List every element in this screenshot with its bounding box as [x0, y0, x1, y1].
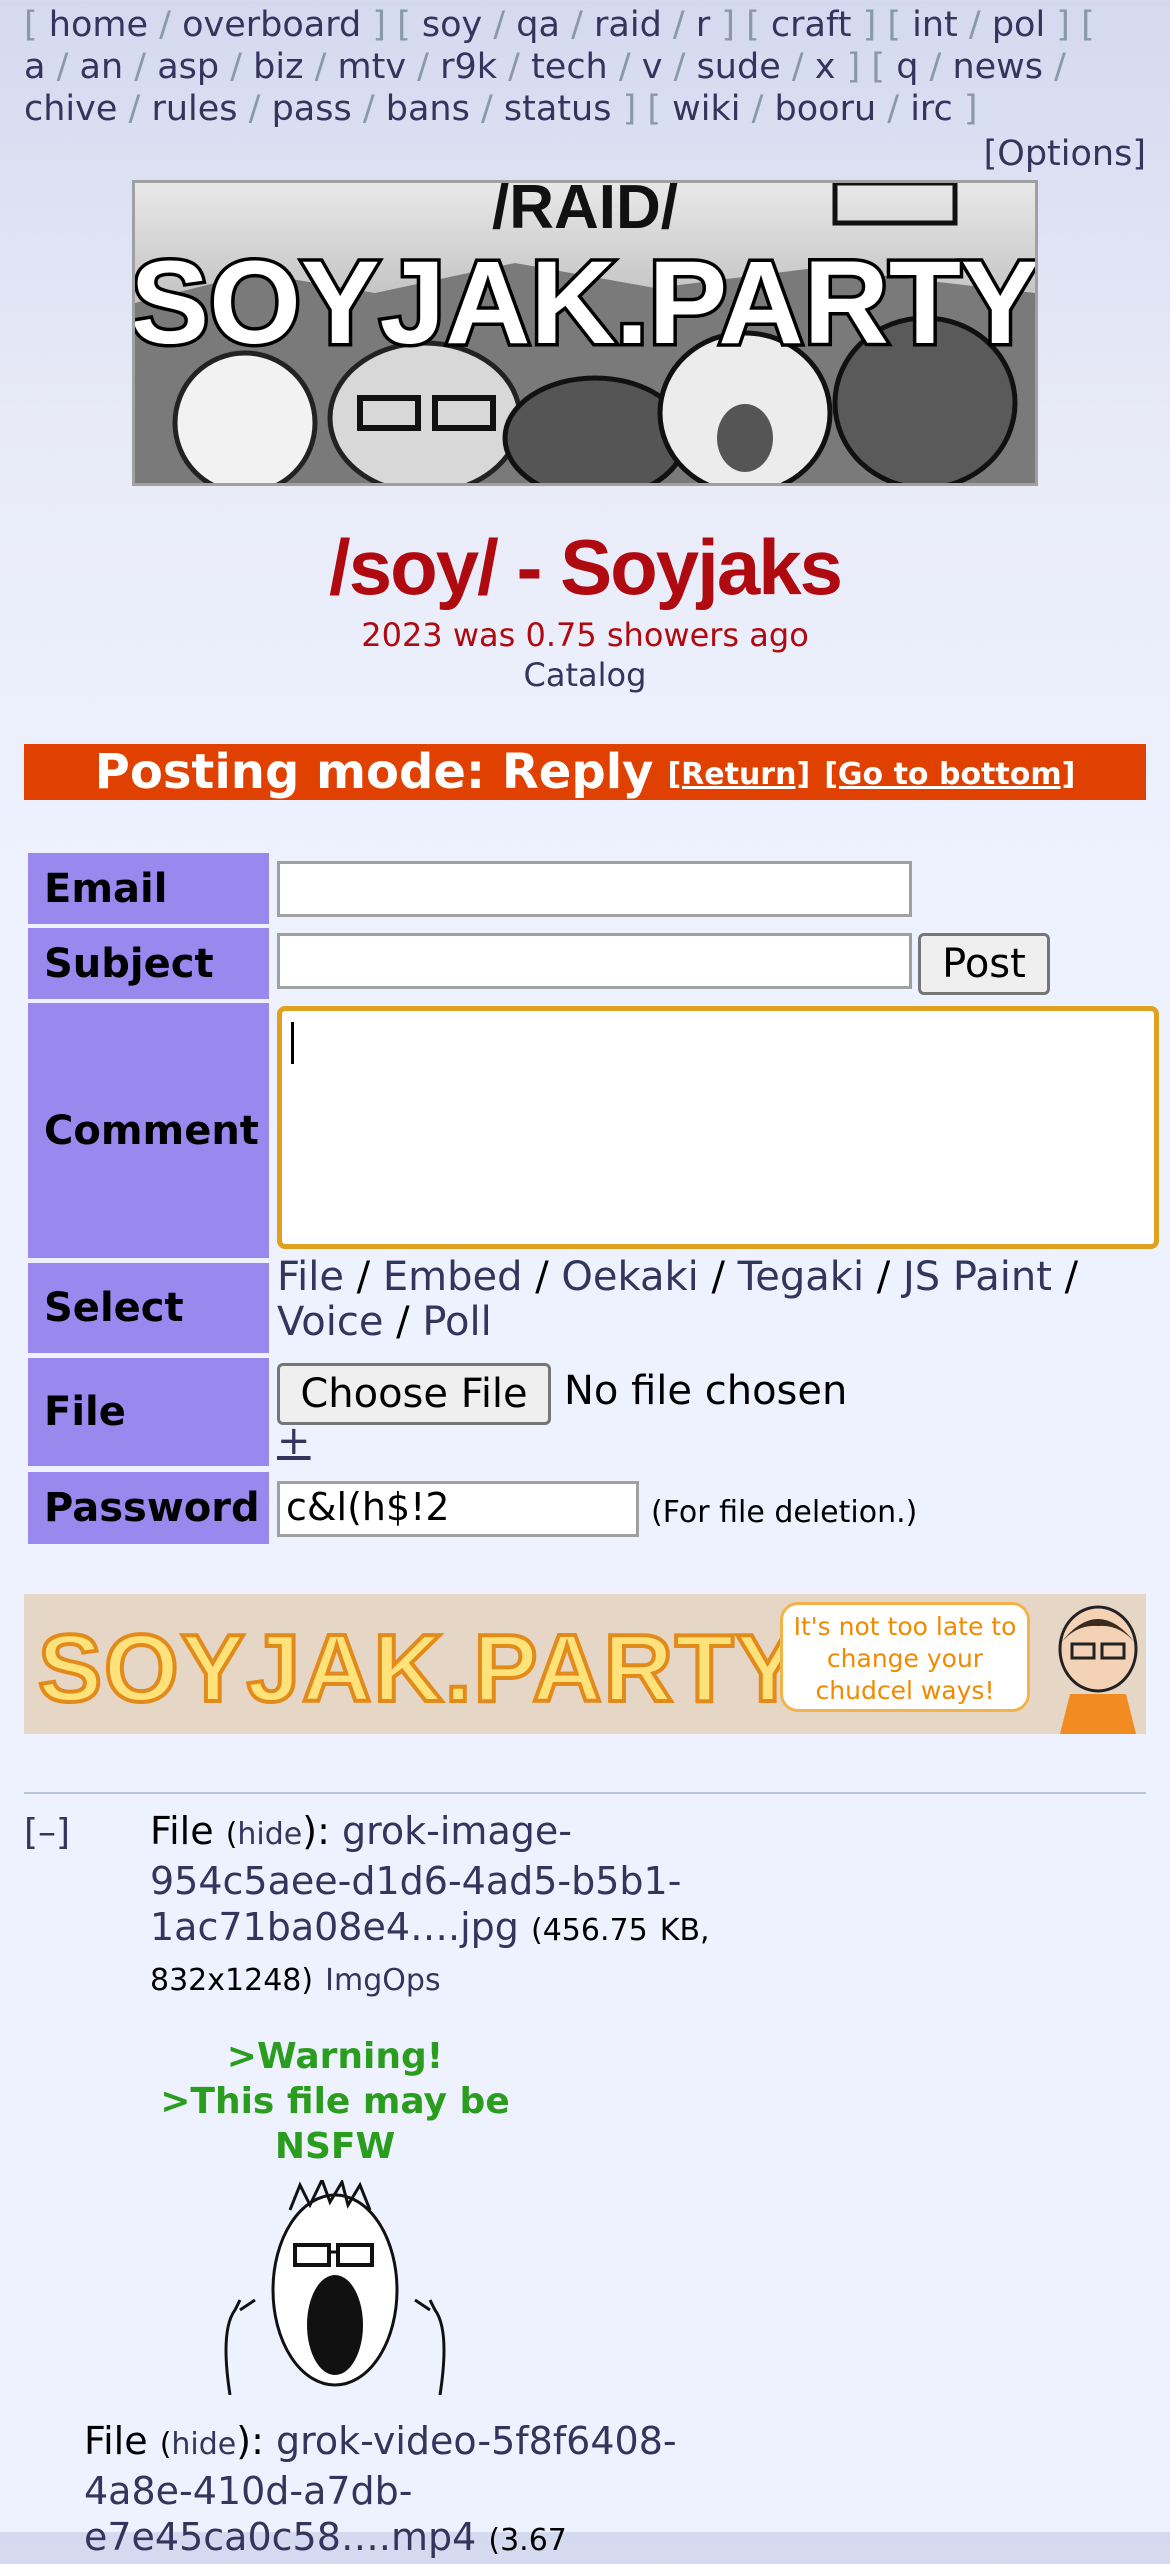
- post-button[interactable]: Post: [918, 933, 1050, 995]
- divider: [24, 1792, 1146, 1794]
- nav-link-tech[interactable]: tech: [531, 47, 608, 87]
- nav-link-irc[interactable]: irc: [910, 89, 953, 129]
- warning-line: NSFW: [274, 2126, 396, 2167]
- comment-textarea[interactable]: [277, 1006, 1159, 1249]
- collapse-post-button[interactable]: [–]: [24, 1812, 70, 1853]
- choose-file-button[interactable]: Choose File: [277, 1363, 551, 1425]
- nav-link-an[interactable]: an: [80, 47, 124, 87]
- select-file-link[interactable]: File: [277, 1254, 344, 1300]
- select-tegaki-link[interactable]: Tegaki: [738, 1254, 864, 1300]
- catalog-row: Catalog: [0, 656, 1170, 694]
- board-subtitle: 2023 was 0.75 showers ago: [361, 616, 809, 654]
- file-meta-size: (456.75: [531, 1913, 648, 1948]
- ad-banner[interactable]: SOYJAK.PARTY/A It's not too late to chan…: [24, 1594, 1146, 1734]
- nav-link-pol[interactable]: pol: [992, 5, 1045, 45]
- nav-link-sude[interactable]: sude: [697, 47, 781, 87]
- nav-link-biz[interactable]: biz: [253, 47, 303, 87]
- file-prefix: File: [84, 2419, 148, 2463]
- warning-line: >Warning!: [226, 2036, 444, 2077]
- file-meta-size: (3.67: [488, 2523, 567, 2558]
- nav-link-qa[interactable]: qa: [516, 5, 560, 45]
- nav-link-r[interactable]: r: [696, 5, 710, 45]
- select-voice-link[interactable]: Voice: [277, 1299, 383, 1345]
- hide-file-link[interactable]: hide: [237, 1817, 302, 1852]
- nav-link-status[interactable]: status: [504, 89, 612, 129]
- select-poll-link[interactable]: Poll: [422, 1299, 491, 1345]
- select-jspaint-link[interactable]: JS Paint: [903, 1254, 1052, 1300]
- add-file-link[interactable]: +: [277, 1418, 311, 1464]
- imgops-link[interactable]: ImgOps: [325, 1963, 440, 1998]
- nav-link-int[interactable]: int: [912, 5, 958, 45]
- nav-link-x[interactable]: x: [815, 47, 836, 87]
- nav-link-mtv[interactable]: mtv: [338, 47, 407, 87]
- nav-link-pass[interactable]: pass: [272, 89, 352, 129]
- banner-top-text: /RAID/: [492, 183, 678, 242]
- email-label: Email: [28, 853, 269, 924]
- options-link[interactable]: [Options]: [984, 134, 1146, 174]
- nav-link-craft[interactable]: craft: [771, 5, 852, 45]
- ad-character-image: [1058, 1605, 1138, 1734]
- catalog-link[interactable]: Catalog: [524, 656, 647, 694]
- nav-link-news[interactable]: news: [952, 47, 1043, 87]
- warning-line: >This file may be: [160, 2081, 510, 2122]
- post-thumbnail[interactable]: [210, 2180, 460, 2395]
- return-link[interactable]: [Return]: [667, 757, 810, 792]
- password-field[interactable]: c&l(h$!2: [277, 1481, 639, 1537]
- password-label: Password: [28, 1472, 269, 1544]
- ad-speech-bubble: It's not too late to change your chudcel…: [780, 1602, 1030, 1712]
- email-field[interactable]: [277, 861, 912, 917]
- subject-label: Subject: [28, 928, 269, 999]
- no-file-chosen: No file chosen: [564, 1368, 848, 1414]
- nav-link-soy[interactable]: soy: [422, 5, 482, 45]
- go-to-bottom-link[interactable]: [Go to bottom]: [824, 757, 1075, 792]
- file-prefix: File: [150, 1809, 214, 1853]
- board-title: /soy/ - Soyjaks: [329, 523, 843, 611]
- nav-link-overboard[interactable]: overboard: [182, 5, 361, 45]
- nav-link-chive[interactable]: chive: [24, 89, 117, 129]
- nav-link-wiki[interactable]: wiki: [672, 89, 740, 129]
- nav-link-r9k[interactable]: r9k: [440, 47, 497, 87]
- select-links: File / Embed / Oekaki / Tegaki / JS Pain…: [277, 1254, 1079, 1345]
- nav-link-home[interactable]: home: [49, 5, 148, 45]
- nav-link-a[interactable]: a: [24, 47, 45, 87]
- nav-link-rules[interactable]: rules: [151, 89, 237, 129]
- nav-link-v[interactable]: v: [642, 47, 663, 87]
- password-note: (For file deletion.): [651, 1495, 918, 1530]
- hide-file-link[interactable]: hide: [171, 2427, 236, 2462]
- banner-main-text: SOYJAK.PARTY: [135, 237, 1035, 369]
- board-banner[interactable]: /RAID/ SOYJAK.PARTY: [132, 180, 1038, 486]
- posting-mode-label: Posting mode: Reply: [94, 744, 654, 800]
- subject-field[interactable]: [277, 933, 912, 989]
- banner-image: /RAID/ SOYJAK.PARTY: [135, 183, 1035, 483]
- nav-link-bans[interactable]: bans: [386, 89, 470, 129]
- board-list: [ home / overboard ] [ soy / qa / raid /…: [24, 5, 1095, 129]
- select-embed-link[interactable]: Embed: [383, 1254, 523, 1300]
- file-label: File: [28, 1358, 269, 1466]
- comment-label: Comment: [28, 1003, 269, 1258]
- nav-link-booru[interactable]: booru: [775, 89, 877, 129]
- select-oekaki-link[interactable]: Oekaki: [561, 1254, 698, 1300]
- nav-link-q[interactable]: q: [896, 47, 918, 87]
- nav-link-asp[interactable]: asp: [157, 47, 219, 87]
- posting-mode-bar: Posting mode: Reply [Return] [Go to bottom…: [24, 744, 1146, 800]
- text-caret: [291, 1022, 294, 1064]
- select-label: Select: [28, 1263, 269, 1353]
- ad-text: SOYJAK.PARTY/A: [36, 1613, 902, 1724]
- nav-link-raid[interactable]: raid: [594, 5, 662, 45]
- file-info-2: File (hide): grok-video-5f8f6408-4a8e-41…: [84, 2419, 677, 2559]
- nsfw-warning: >Warning! >This file may be NSFW: [150, 2034, 520, 2169]
- file-info-1: File (hide): grok-image-954c5aee-d1d6-4a…: [150, 1809, 710, 1998]
